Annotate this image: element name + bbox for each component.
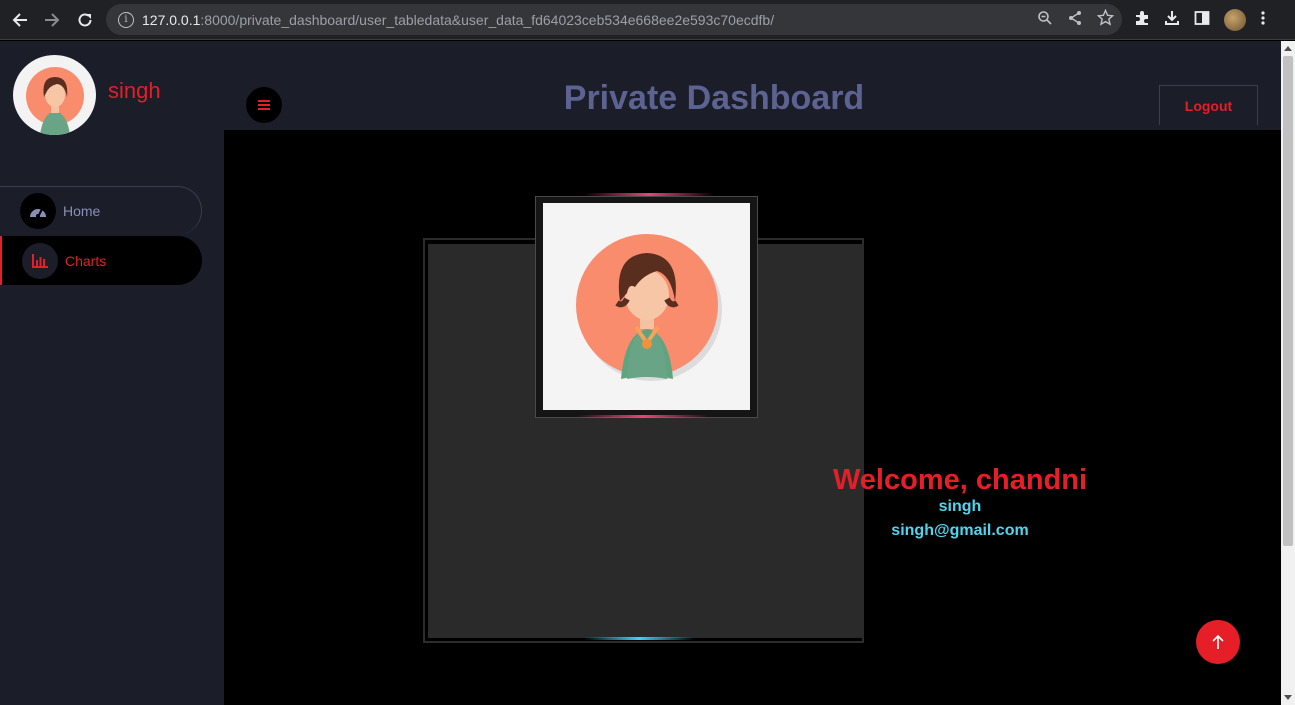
profile-email: singh@gmail.com [891,522,1029,539]
site-info-icon[interactable]: i [118,11,134,28]
scrollbar-thumb[interactable] [1283,56,1293,546]
dashboard-gauge-icon [20,193,56,229]
bookmark-star-icon[interactable] [1096,8,1115,30]
sidebar: singh Home Charts [0,41,224,705]
glow-line [578,415,708,418]
logout-button[interactable]: Logout [1159,85,1258,125]
forward-icon[interactable] [36,4,68,36]
main-content: Welcome, chandni singh singh@gmail.com [224,130,1281,705]
zoom-icon[interactable] [1037,10,1053,30]
address-bar[interactable]: i 127.0.0.1:8000/private_dashboard/user_… [106,4,1122,35]
scroll-to-top-button[interactable] [1196,620,1240,664]
welcome-heading: Welcome, chandni [832,464,1088,496]
scroll-down-arrow-icon[interactable] [1284,695,1292,700]
glow-line [584,637,694,640]
sidebar-item-label: Home [63,203,101,219]
sidebar-item-label: Charts [65,252,107,269]
side-panel-icon[interactable] [1194,10,1210,30]
user-avatar [13,55,96,135]
sidebar-username: singh [108,78,161,103]
page-title: Private Dashboard [563,79,865,117]
extensions-icon[interactable] [1134,10,1150,30]
profile-avatar-icon[interactable] [1224,9,1246,31]
header-bar: Private Dashboard Logout [224,41,1281,130]
back-icon[interactable] [4,4,36,36]
scroll-up-arrow-icon[interactable] [1284,46,1292,51]
profile-photo-frame [535,196,758,418]
bar-chart-icon [22,242,58,279]
sidebar-item-charts[interactable]: Charts [0,236,202,285]
arrow-up-icon [1212,634,1224,649]
url-text: 127.0.0.1:8000/private_dashboard/user_ta… [142,11,775,28]
browser-toolbar: i 127.0.0.1:8000/private_dashboard/user_… [0,0,1295,40]
share-icon[interactable] [1067,10,1083,30]
profile-name: singh [938,498,982,515]
page-scrollbar[interactable] [1281,41,1295,705]
menu-dots-icon[interactable] [1260,10,1266,30]
profile-photo [543,203,750,410]
download-icon[interactable] [1164,10,1180,30]
reload-icon[interactable] [69,4,101,36]
sidebar-item-home[interactable]: Home [0,186,202,235]
